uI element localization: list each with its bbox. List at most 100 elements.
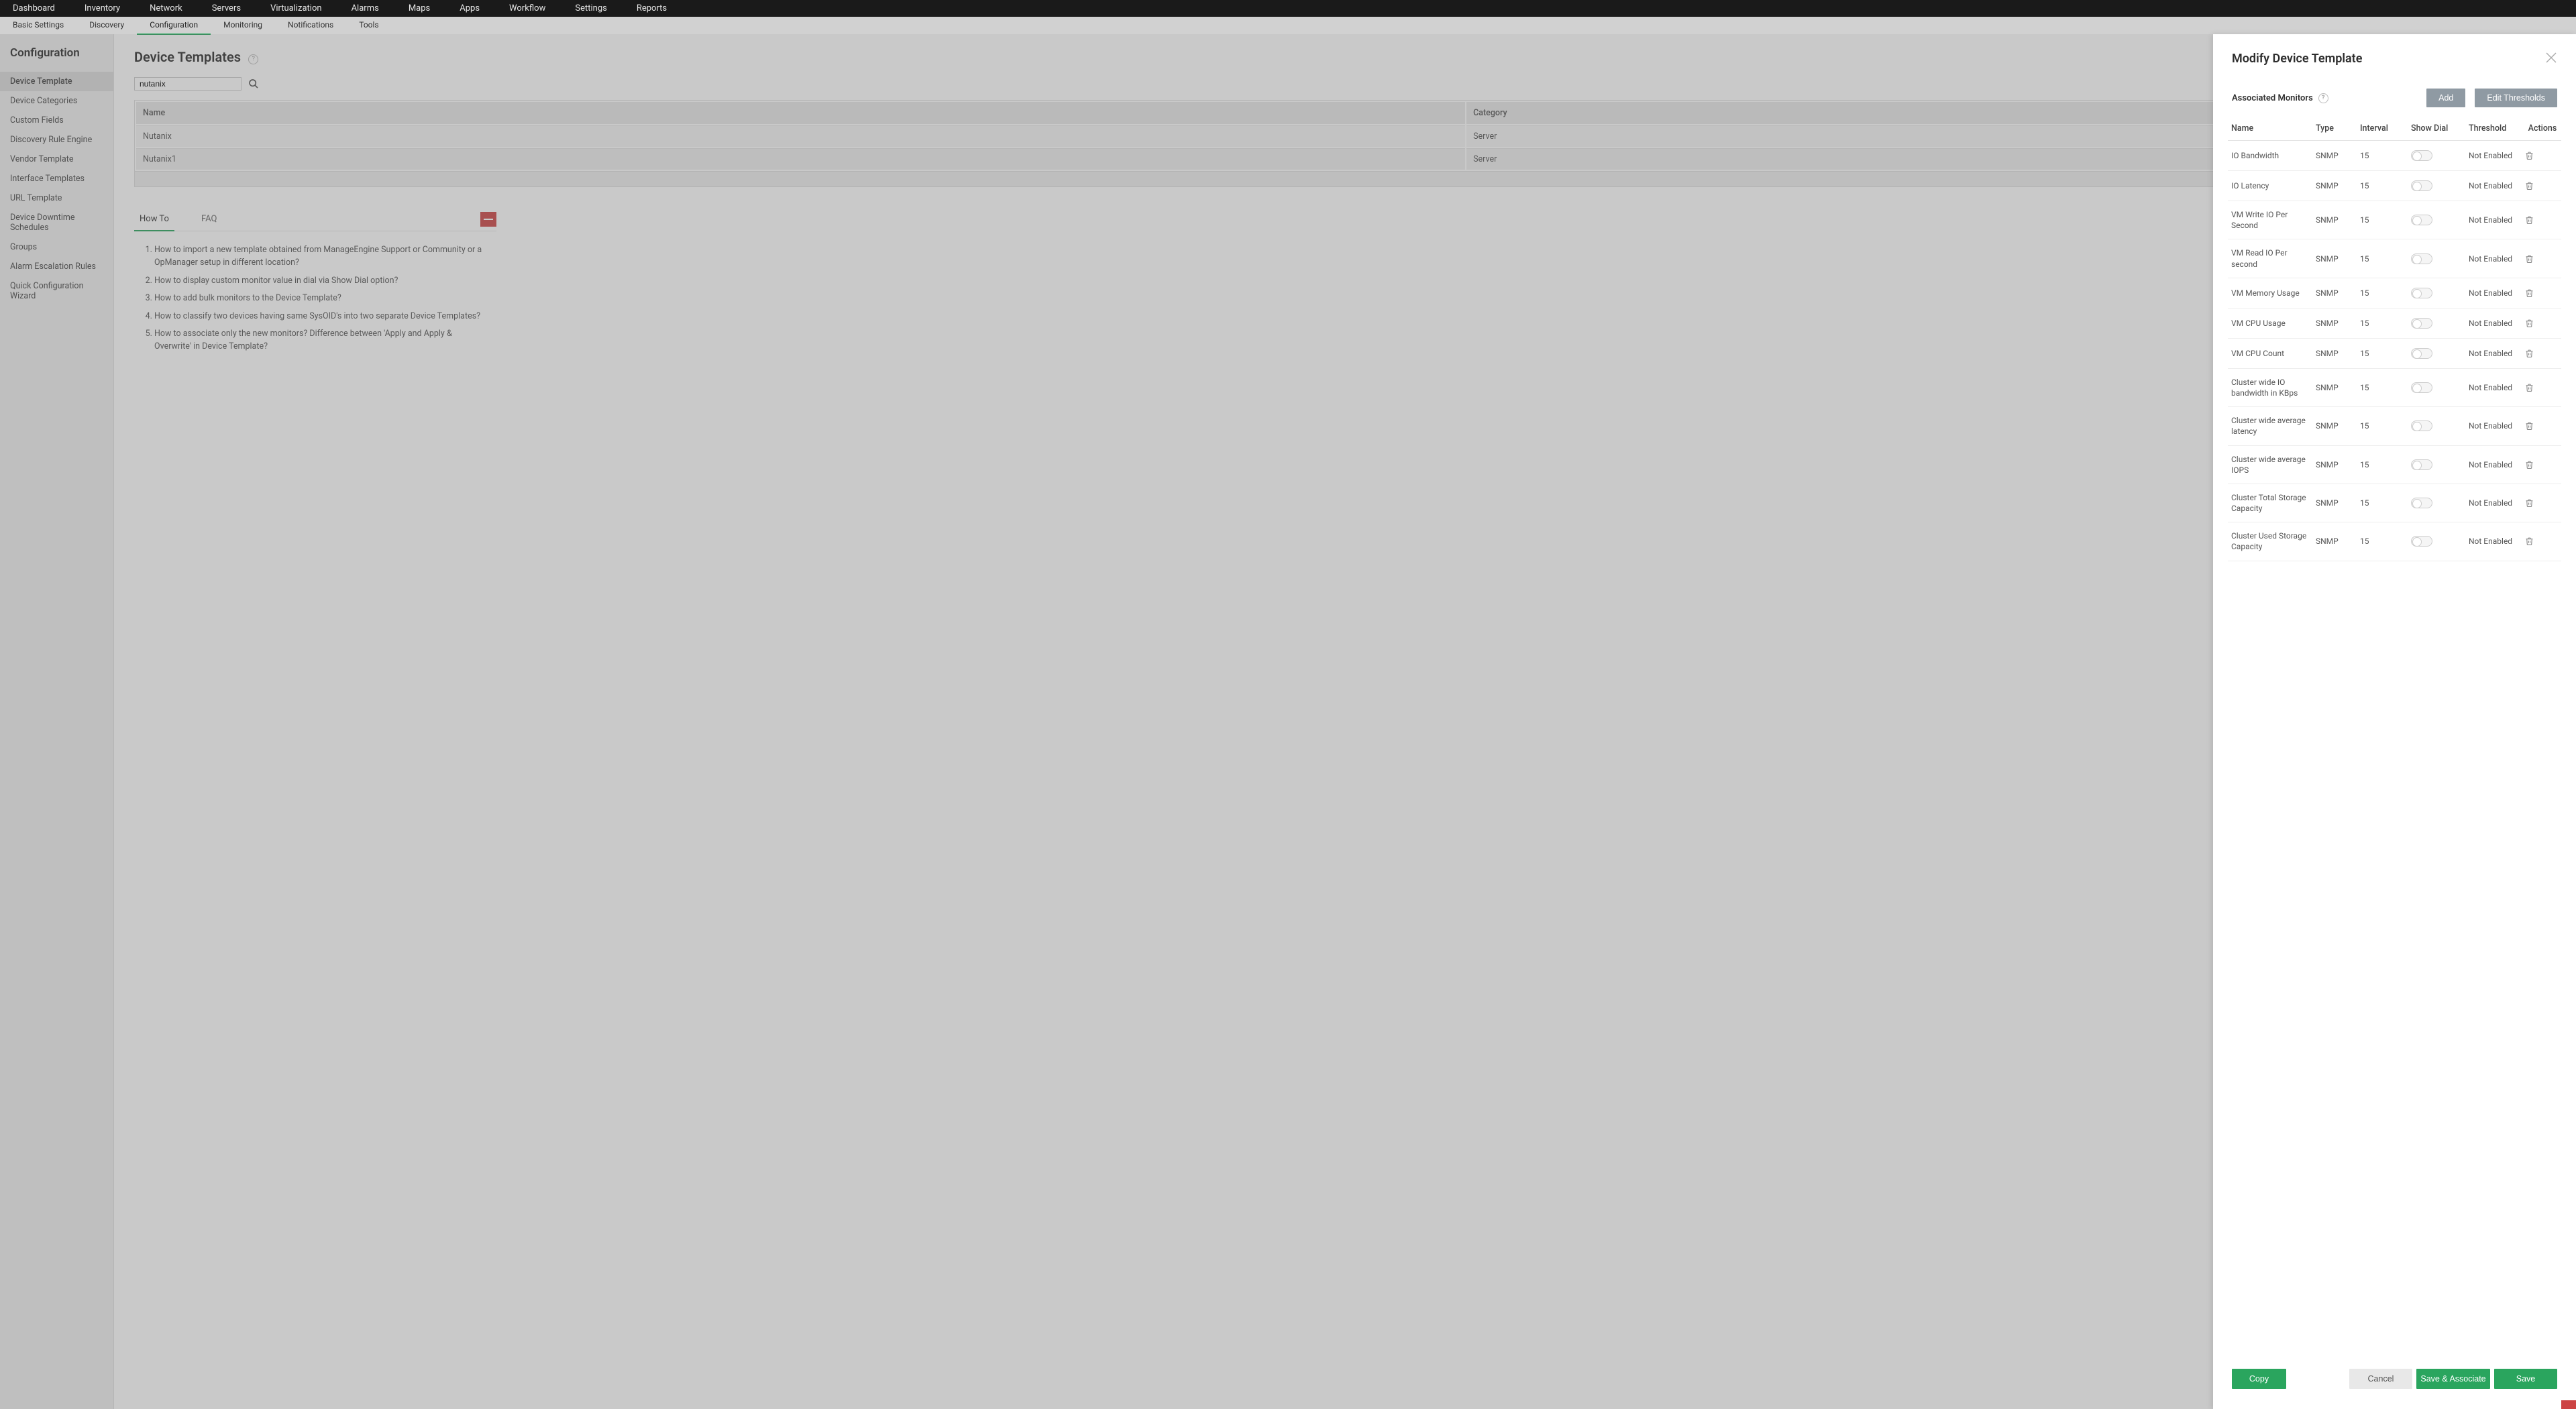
- panel-footer: Copy Cancel Save & Associate Save: [2232, 1369, 2557, 1389]
- edit-thresholds-button[interactable]: Edit Thresholds: [2475, 89, 2557, 107]
- cancel-button[interactable]: Cancel: [2349, 1369, 2412, 1389]
- subnav-item[interactable]: Discovery: [76, 16, 137, 35]
- collapse-icon[interactable]: [480, 212, 496, 227]
- monitor-type: SNMP: [2316, 288, 2356, 298]
- subnav: Basic Settings Discovery Configuration M…: [0, 17, 2576, 34]
- topnav-item[interactable]: Virtualization: [256, 0, 337, 17]
- delete-icon[interactable]: [2525, 288, 2560, 298]
- monitor-type: SNMP: [2316, 421, 2356, 431]
- delete-icon[interactable]: [2525, 319, 2560, 328]
- show-dial-toggle[interactable]: [2411, 150, 2432, 161]
- sidebar-item-interface-templates[interactable]: Interface Templates: [0, 169, 113, 188]
- subnav-item[interactable]: Basic Settings: [0, 16, 76, 35]
- monitor-row: VM Write IO Per SecondSNMP15Not Enabled: [2228, 201, 2561, 239]
- delete-icon[interactable]: [2525, 254, 2560, 264]
- delete-icon[interactable]: [2525, 151, 2560, 160]
- delete-icon[interactable]: [2525, 349, 2560, 358]
- monitor-type: SNMP: [2316, 383, 2356, 392]
- monitor-name: Cluster wide IO bandwidth in KBps: [2231, 377, 2312, 398]
- table-row[interactable]: NutanixServer: [136, 125, 2554, 147]
- tab-faq[interactable]: FAQ: [196, 214, 222, 231]
- info-tabs: How To FAQ: [134, 214, 496, 231]
- delete-icon[interactable]: [2525, 537, 2560, 546]
- how-to-item[interactable]: How to import a new template obtained fr…: [154, 243, 483, 270]
- monitor-threshold: Not Enabled: [2469, 460, 2521, 469]
- sidebar-item-custom-fields[interactable]: Custom Fields: [0, 111, 113, 130]
- topnav-item[interactable]: Maps: [394, 0, 445, 17]
- sidebar-item-downtime-schedules[interactable]: Device Downtime Schedules: [0, 208, 113, 237]
- mh-interval: Interval: [2360, 123, 2407, 133]
- how-to-item[interactable]: How to display custom monitor value in d…: [154, 274, 483, 287]
- topnav-item[interactable]: Workflow: [494, 0, 560, 17]
- add-button[interactable]: Add: [2426, 89, 2465, 107]
- topnav-item[interactable]: Apps: [445, 0, 494, 17]
- show-dial-toggle[interactable]: [2411, 459, 2432, 470]
- show-dial-toggle[interactable]: [2411, 253, 2432, 264]
- sidebar-item-device-template[interactable]: Device Template: [0, 72, 113, 91]
- table-row[interactable]: Nutanix1Server: [136, 148, 2554, 170]
- how-to-item[interactable]: How to add bulk monitors to the Device T…: [154, 292, 483, 304]
- monitor-interval: 15: [2360, 288, 2407, 298]
- monitor-row: VM Memory UsageSNMP15Not Enabled: [2228, 278, 2561, 308]
- sidebar-item-quick-config-wizard[interactable]: Quick Configuration Wizard: [0, 276, 113, 306]
- tab-how-to[interactable]: How To: [134, 214, 174, 231]
- sidebar-item-discovery-rule-engine[interactable]: Discovery Rule Engine: [0, 130, 113, 150]
- show-dial-toggle[interactable]: [2411, 318, 2432, 329]
- help-icon[interactable]: ?: [248, 54, 258, 64]
- sidebar: Configuration Device Template Device Cat…: [0, 34, 114, 1409]
- help-icon[interactable]: ?: [2318, 93, 2328, 103]
- delete-icon[interactable]: [2525, 383, 2560, 392]
- subnav-item[interactable]: Tools: [346, 16, 391, 35]
- subnav-item[interactable]: Notifications: [275, 16, 346, 35]
- show-dial-toggle[interactable]: [2411, 536, 2432, 547]
- delete-icon[interactable]: [2525, 181, 2560, 190]
- show-dial-toggle[interactable]: [2411, 498, 2432, 508]
- monitor-threshold: Not Enabled: [2469, 254, 2521, 264]
- delete-icon[interactable]: [2525, 421, 2560, 431]
- topnav-item[interactable]: Servers: [197, 0, 256, 17]
- topnav-item[interactable]: Settings: [560, 0, 621, 17]
- mh-name: Name: [2231, 123, 2312, 133]
- topnav-item[interactable]: Inventory: [70, 0, 135, 17]
- show-dial-toggle[interactable]: [2411, 288, 2432, 298]
- sidebar-item-groups[interactable]: Groups: [0, 237, 113, 257]
- show-dial-toggle[interactable]: [2411, 420, 2432, 431]
- show-dial-toggle[interactable]: [2411, 348, 2432, 359]
- show-dial-toggle[interactable]: [2411, 382, 2432, 393]
- delete-icon[interactable]: [2525, 498, 2560, 508]
- delete-icon[interactable]: [2525, 460, 2560, 469]
- how-to-item[interactable]: How to associate only the new monitors? …: [154, 327, 483, 353]
- sidebar-item-alarm-escalation[interactable]: Alarm Escalation Rules: [0, 257, 113, 276]
- save-button[interactable]: Save: [2494, 1369, 2557, 1389]
- topnav-item[interactable]: Dashboard: [3, 0, 70, 17]
- monitor-threshold: Not Enabled: [2469, 151, 2521, 160]
- topnav-item[interactable]: Reports: [622, 0, 682, 17]
- monitor-interval: 15: [2360, 349, 2407, 358]
- show-dial-toggle[interactable]: [2411, 215, 2432, 225]
- search-input[interactable]: [134, 77, 241, 91]
- col-name[interactable]: Name: [136, 102, 1465, 124]
- monitor-name: VM CPU Usage: [2231, 318, 2312, 329]
- show-dial-toggle[interactable]: [2411, 180, 2432, 191]
- subnav-item[interactable]: Configuration: [137, 16, 211, 35]
- corner-handle-icon[interactable]: [2561, 1400, 2576, 1409]
- sidebar-item-device-categories[interactable]: Device Categories: [0, 91, 113, 111]
- how-to-item[interactable]: How to classify two devices having same …: [154, 310, 483, 323]
- close-icon[interactable]: [2545, 52, 2557, 64]
- sidebar-item-vendor-template[interactable]: Vendor Template: [0, 150, 113, 169]
- save-associate-button[interactable]: Save & Associate: [2416, 1369, 2490, 1389]
- topnav-item[interactable]: Alarms: [337, 0, 394, 17]
- monitor-threshold: Not Enabled: [2469, 181, 2521, 190]
- monitor-row: IO LatencySNMP15Not Enabled: [2228, 171, 2561, 201]
- cell-name: Nutanix: [136, 125, 1465, 147]
- copy-button[interactable]: Copy: [2232, 1369, 2286, 1389]
- search-icon[interactable]: [248, 78, 259, 89]
- topnav-item[interactable]: Network: [135, 0, 197, 17]
- monitor-name: VM CPU Count: [2231, 348, 2312, 359]
- delete-icon[interactable]: [2525, 215, 2560, 225]
- subnav-item[interactable]: Monitoring: [211, 16, 275, 35]
- sidebar-item-url-template[interactable]: URL Template: [0, 188, 113, 208]
- monitor-type: SNMP: [2316, 460, 2356, 469]
- how-to-list: How to import a new template obtained fr…: [134, 243, 483, 353]
- monitor-row: Cluster wide average latencySNMP15Not En…: [2228, 407, 2561, 445]
